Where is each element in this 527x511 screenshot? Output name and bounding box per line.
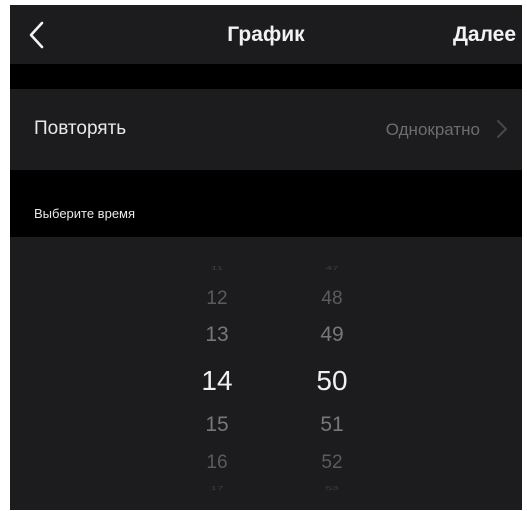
hour-wheel[interactable]: 11 12 13 14 15 16 17 <box>187 237 247 510</box>
time-picker: 11 12 13 14 15 16 17 47 48 49 50 51 52 5… <box>10 237 522 510</box>
hour-option[interactable]: 13 <box>187 323 247 347</box>
repeat-label: Повторять <box>34 118 127 139</box>
navigation-bar: График Далее <box>10 5 522 64</box>
schedule-screen: График Далее Повторять Однократно Выбери… <box>10 5 522 510</box>
minute-option[interactable]: 53 <box>302 485 362 491</box>
hour-option[interactable]: 16 <box>187 452 247 474</box>
minute-option[interactable]: 51 <box>302 413 362 437</box>
selected-minute[interactable]: 50 <box>302 365 362 397</box>
chevron-right-icon <box>497 120 507 138</box>
selected-hour[interactable]: 14 <box>187 365 247 397</box>
select-time-header: Выберите время <box>34 206 136 221</box>
hour-option[interactable]: 15 <box>187 413 247 437</box>
hour-option[interactable]: 17 <box>187 485 247 491</box>
minute-option[interactable]: 52 <box>302 452 362 474</box>
next-button[interactable]: Далее <box>453 23 516 47</box>
minute-wheel[interactable]: 47 48 49 50 51 52 53 <box>302 237 362 510</box>
minute-option[interactable]: 47 <box>302 265 362 271</box>
repeat-setting-row[interactable]: Повторять Однократно <box>10 89 522 170</box>
minute-option[interactable]: 49 <box>302 323 362 347</box>
hour-option[interactable]: 12 <box>187 288 247 310</box>
page-title: График <box>227 23 305 46</box>
repeat-value: Однократно <box>385 120 480 139</box>
hour-option[interactable]: 11 <box>187 265 247 271</box>
minute-option[interactable]: 48 <box>302 288 362 310</box>
